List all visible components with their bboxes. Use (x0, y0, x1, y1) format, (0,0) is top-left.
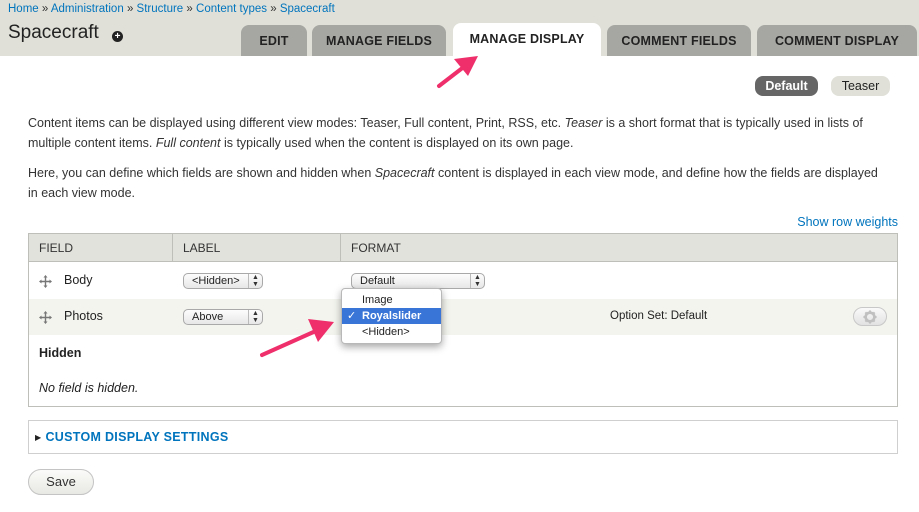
table-row-photos: Photos Above ▲ ▼ Option Set: Default (29, 299, 897, 335)
help-emphasis: Teaser (564, 116, 603, 130)
select-arrows-icon: ▲ ▼ (248, 310, 262, 324)
formatter-summary: Option Set: Default (610, 310, 708, 322)
annotation-arrow-icon (437, 56, 478, 88)
custom-display-settings-toggle[interactable]: ▶ CUSTOM DISPLAY SETTINGS (35, 430, 229, 444)
fieldset-legend: CUSTOM DISPLAY SETTINGS (45, 430, 229, 444)
page-title: Spacecraft (8, 22, 99, 43)
label-select-value: Above (192, 311, 224, 323)
breadcrumb-spacecraft[interactable]: Spacecraft (280, 3, 335, 15)
help-text: is typically used when the content is di… (220, 136, 574, 150)
formatter-settings-button[interactable] (853, 307, 887, 326)
hidden-region-empty: No field is hidden. (39, 381, 139, 395)
breadcrumb: Home » Administration » Structure » Cont… (8, 3, 335, 15)
breadcrumb-separator: » (126, 3, 134, 15)
column-header-field: FIELD (29, 234, 173, 262)
field-name: Body (64, 273, 93, 287)
field-display-table: FIELD LABEL FORMAT Body <Hidden> ▲ ▼ Defa… (28, 233, 898, 407)
hidden-region-title: Hidden (39, 346, 82, 360)
custom-display-settings-fieldset: ▶ CUSTOM DISPLAY SETTINGS (28, 420, 898, 454)
help-emphasis: Full content (155, 136, 221, 150)
column-header-format: FORMAT (351, 241, 401, 255)
label-select[interactable]: <Hidden> ▲ ▼ (183, 273, 263, 289)
breadcrumb-separator: » (41, 3, 49, 15)
tab-comment-display[interactable]: COMMENT DISPLAY (757, 25, 917, 56)
tab-manage-fields[interactable]: MANAGE FIELDS (312, 25, 446, 56)
dropdown-option-hidden[interactable]: <Hidden> (342, 324, 441, 340)
breadcrumb-structure[interactable]: Structure (137, 3, 184, 15)
save-button[interactable]: Save (28, 469, 94, 495)
breadcrumb-home[interactable]: Home (8, 3, 39, 15)
drag-handle-icon[interactable] (39, 275, 52, 288)
format-select[interactable]: Default ▲ ▼ (351, 273, 485, 289)
breadcrumb-administration[interactable]: Administration (51, 3, 124, 15)
view-mode-default-tab[interactable]: Default (755, 76, 818, 96)
table-row-body: Body <Hidden> ▲ ▼ Default ▲ ▼ (29, 263, 897, 299)
tab-comment-fields[interactable]: COMMENT FIELDS (607, 25, 751, 56)
help-text-fields: Here, you can define which fields are sh… (28, 163, 878, 203)
table-header: FIELD LABEL FORMAT (29, 234, 897, 262)
help-text-view-modes: Content items can be displayed using dif… (28, 113, 878, 153)
breadcrumb-separator: » (270, 3, 277, 15)
format-dropdown-menu: Image ✓ Royalslider <Hidden> (341, 288, 442, 344)
drag-handle-icon[interactable] (39, 311, 52, 324)
column-header-label: LABEL (173, 234, 341, 262)
label-select[interactable]: Above ▲ ▼ (183, 309, 263, 325)
help-text: Here, you can define which fields are sh… (28, 166, 375, 180)
field-name: Photos (64, 309, 103, 323)
view-mode-teaser-tab[interactable]: Teaser (831, 76, 890, 96)
collapsed-triangle-icon: ▶ (35, 433, 42, 442)
select-arrows-icon: ▲ ▼ (470, 274, 484, 288)
show-row-weights-link[interactable]: Show row weights (797, 215, 898, 229)
gear-icon (863, 310, 877, 324)
breadcrumb-content-types[interactable]: Content types (196, 3, 267, 15)
help-emphasis: Spacecraft (374, 166, 435, 180)
breadcrumb-separator: » (186, 3, 193, 15)
tab-manage-display[interactable]: MANAGE DISPLAY (453, 23, 601, 56)
label-select-value: <Hidden> (192, 275, 240, 287)
add-shortcut-icon[interactable]: + (112, 31, 123, 42)
dropdown-option-image[interactable]: Image (342, 292, 441, 308)
select-arrows-icon: ▲ ▼ (248, 274, 262, 288)
dropdown-option-label: Royalslider (362, 310, 422, 322)
format-select-value: Default (360, 275, 395, 287)
page-header: Home » Administration » Structure » Cont… (0, 0, 919, 56)
tab-edit[interactable]: EDIT (241, 25, 307, 56)
dropdown-option-royalslider[interactable]: ✓ Royalslider (342, 308, 441, 324)
checkmark-icon: ✓ (347, 310, 357, 322)
help-text: Content items can be displayed using dif… (28, 116, 565, 130)
